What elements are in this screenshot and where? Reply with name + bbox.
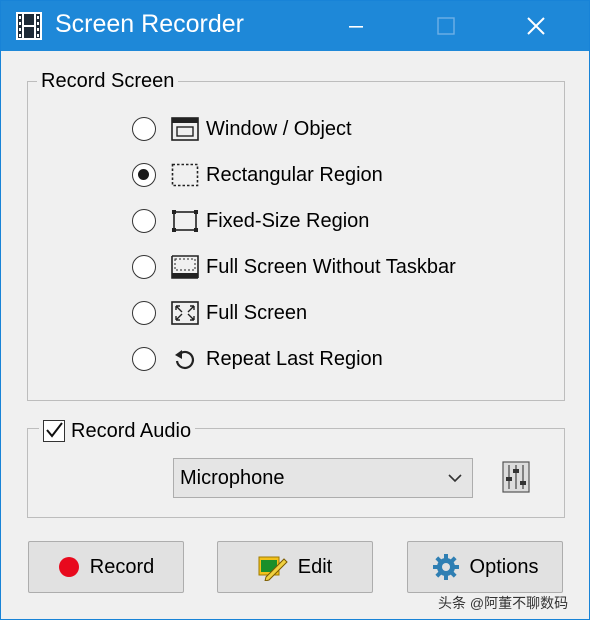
maximize-icon (437, 17, 455, 35)
title-bar: Screen Recorder (1, 1, 589, 51)
options-button-label: Options (469, 555, 539, 578)
watermark-text: 头条 @阿董不聊数码 (438, 595, 569, 611)
options-button[interactable]: Options (407, 541, 563, 593)
record-audio-checkbox-row[interactable]: Record Audio (39, 419, 196, 443)
window-icon (170, 116, 200, 142)
close-icon (527, 17, 545, 35)
option-label: Repeat Last Region (206, 347, 383, 370)
option-repeat-last-region[interactable]: Repeat Last Region (132, 344, 383, 374)
radio-button[interactable] (132, 209, 156, 233)
option-label: Fixed-Size Region (206, 209, 370, 232)
gear-icon (432, 553, 460, 581)
volume-mixer-button[interactable] (501, 460, 531, 494)
chevron-down-icon (448, 474, 462, 483)
radio-button[interactable] (132, 163, 156, 187)
option-window-object[interactable]: Window / Object (132, 114, 352, 144)
film-strip-icon (16, 12, 42, 40)
audio-source-dropdown[interactable]: Microphone (173, 458, 473, 498)
record-audio-checkbox[interactable] (43, 420, 65, 442)
record-button-label: Record (89, 555, 155, 578)
option-label: Full Screen Without Taskbar (206, 255, 456, 278)
red-dot-icon (58, 556, 80, 578)
record-screen-label: Record Screen (37, 69, 179, 93)
radio-button[interactable] (132, 347, 156, 371)
radio-button[interactable] (132, 301, 156, 325)
record-button[interactable]: Record (28, 541, 184, 593)
option-rectangular-region[interactable]: Rectangular Region (132, 160, 383, 190)
fixed-region-icon (170, 208, 200, 234)
repeat-icon (170, 346, 200, 372)
minimize-icon (349, 26, 363, 28)
screen-without-taskbar-icon (170, 254, 200, 280)
minimize-button[interactable] (333, 1, 379, 51)
option-label: Window / Object (206, 117, 352, 140)
dashed-rectangle-icon (170, 162, 200, 188)
volume-mixer-icon (502, 461, 530, 493)
radio-button[interactable] (132, 117, 156, 141)
option-fixed-size-region[interactable]: Fixed-Size Region (132, 206, 369, 236)
screen-recorder-window: Screen Recorder Record Screen Window / O… (0, 0, 590, 620)
option-label: Full Screen (206, 301, 308, 324)
checkmark-icon (46, 422, 63, 438)
maximize-button[interactable] (423, 1, 469, 51)
record-audio-label: Record Audio (71, 420, 192, 442)
option-label: Rectangular Region (206, 163, 383, 186)
edit-icon (258, 553, 288, 581)
edit-button-label: Edit (297, 555, 333, 578)
fullscreen-icon (170, 300, 200, 326)
window-title: Screen Recorder (55, 10, 244, 38)
option-full-screen-without-taskbar[interactable]: Full Screen Without Taskbar (132, 252, 456, 282)
close-button[interactable] (513, 1, 559, 51)
audio-source-value: Microphone (180, 466, 285, 489)
option-full-screen[interactable]: Full Screen (132, 298, 307, 328)
edit-button[interactable]: Edit (217, 541, 373, 593)
radio-button[interactable] (132, 255, 156, 279)
